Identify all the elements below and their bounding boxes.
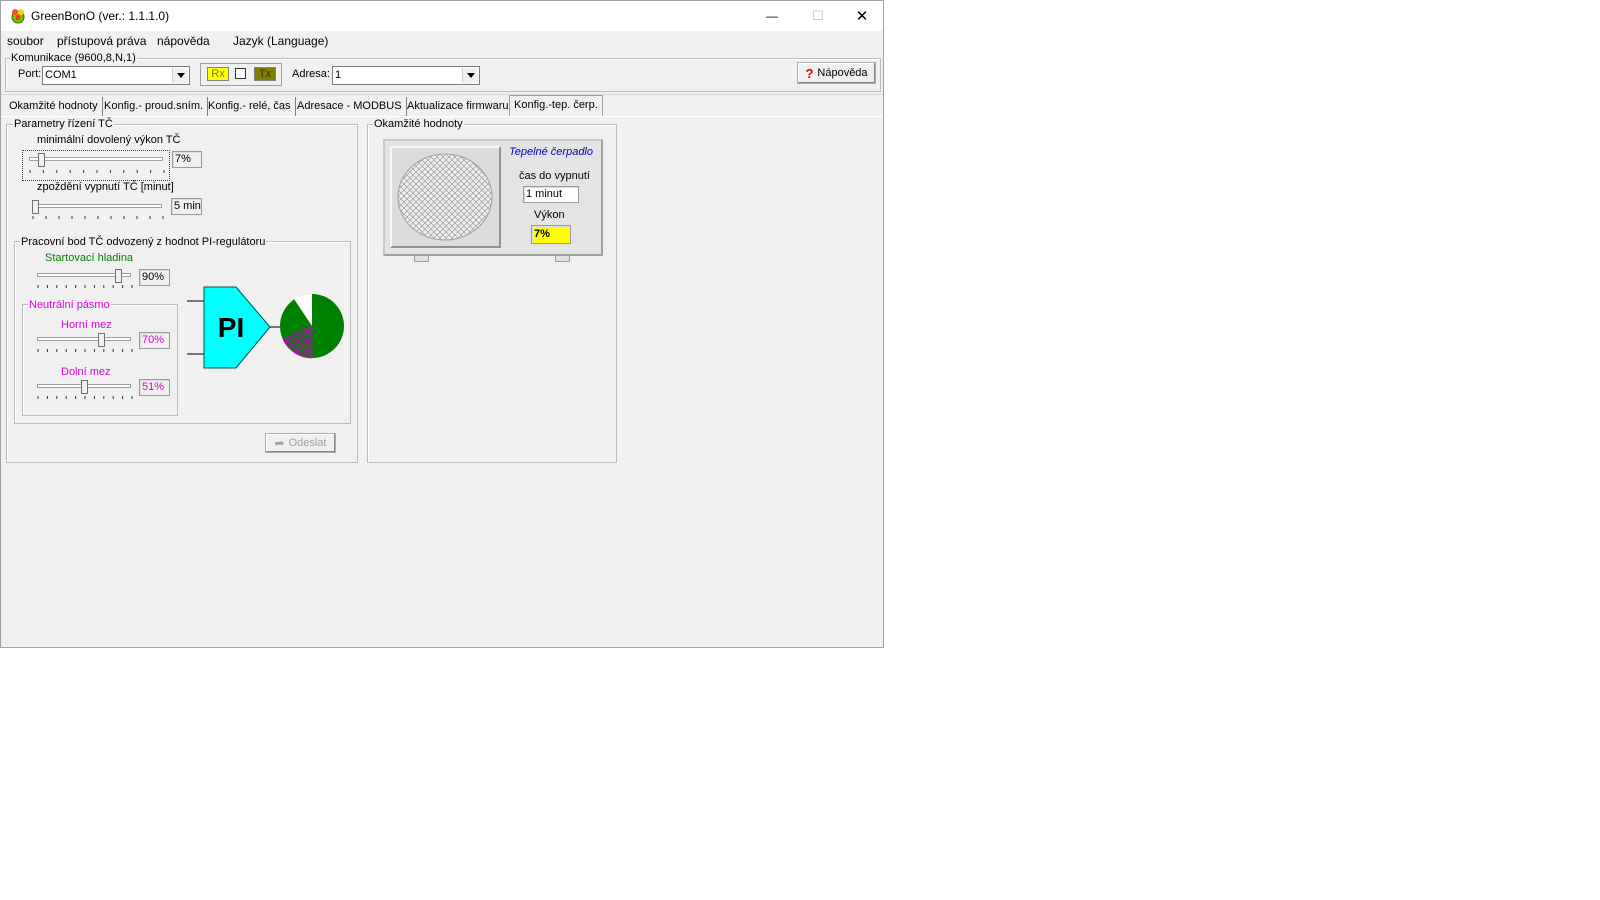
close-button[interactable]: ✕	[839, 1, 885, 31]
lower-limit-slider[interactable]	[34, 378, 134, 404]
app-logo-icon	[11, 9, 25, 24]
address-dropdown-button[interactable]	[462, 68, 478, 83]
min-power-slider[interactable]	[22, 150, 170, 181]
chevron-down-icon	[176, 73, 185, 78]
min-power-value: 7%	[172, 151, 202, 168]
maximize-button[interactable]: ☐	[795, 1, 841, 31]
tab-panel-border	[1, 116, 883, 117]
menu-help[interactable]: nápověda	[157, 34, 210, 48]
communication-group-title: Komunikace (9600,8,N,1)	[10, 52, 137, 65]
start-level-slider[interactable]	[34, 267, 134, 293]
pi-output-pie	[280, 293, 344, 359]
chevron-down-icon	[466, 73, 475, 78]
delay-slider-ticks	[32, 216, 164, 219]
heat-pump-foot-left	[414, 256, 429, 262]
time-to-off-label: čas do vypnutí	[519, 170, 590, 182]
menu-soubor[interactable]: soubor	[7, 34, 44, 48]
min-power-slider-thumb[interactable]	[37, 153, 45, 167]
port-dropdown-button[interactable]	[172, 68, 188, 83]
port-label: Port:	[18, 68, 42, 80]
close-icon: ✕	[855, 8, 869, 25]
lower-limit-value: 51%	[139, 379, 170, 396]
start-level-slider-ticks	[37, 285, 133, 288]
send-button[interactable]: ➦ Odeslat	[265, 433, 336, 453]
heat-pump-foot-right	[555, 256, 570, 262]
menu-language[interactable]: Jazyk (Language)	[233, 34, 328, 48]
pi-regulator-diagram: PI	[187, 286, 344, 369]
tab-instant-values[interactable]: Okamžité hodnoty	[5, 97, 103, 116]
rx-indicator: Rx	[207, 67, 229, 81]
menu-access-rights[interactable]: přístupová práva	[57, 34, 146, 48]
tx-indicator: Tx	[254, 67, 276, 81]
port-value: COM1	[45, 69, 77, 81]
address-label: Adresa:	[292, 68, 330, 80]
upper-limit-slider-thumb[interactable]	[97, 333, 105, 347]
delay-slider-track	[32, 204, 162, 208]
tab-relay-time-config[interactable]: Konfig.- relé, čas	[204, 97, 296, 116]
upper-limit-slider-track	[37, 337, 131, 341]
maximize-icon: ☐	[812, 8, 824, 23]
control-params-title: Parametry řízení TČ	[13, 118, 114, 131]
power-label: Výkon	[534, 209, 565, 221]
fan-icon	[397, 153, 493, 241]
upper-limit-label: Horní mez	[61, 319, 112, 331]
help-button[interactable]: ? Nápověda	[797, 62, 876, 84]
tab-strip-divider	[1, 94, 883, 95]
rx-tx-checkbox[interactable]	[235, 68, 246, 79]
start-level-label: Startovací hladina	[45, 252, 134, 264]
lower-limit-slider-thumb[interactable]	[81, 380, 89, 394]
delay-label: zpoždění vypnutí TČ [minut]	[37, 181, 174, 193]
neutral-zone-title: Neutrální pásmo	[28, 299, 111, 312]
send-icon: ➦	[274, 436, 285, 450]
address-value: 1	[335, 69, 342, 81]
delay-value: 5 minut	[171, 198, 202, 215]
min-power-slider-track	[29, 157, 163, 161]
delay-slider-thumb[interactable]	[32, 200, 39, 214]
app-window: GreenBonO (ver.: 1.1.1.0) — ☐ ✕ soubor p…	[0, 0, 884, 648]
upper-limit-slider[interactable]	[34, 331, 134, 357]
question-icon: ?	[805, 65, 814, 81]
port-select[interactable]: COM1	[42, 66, 190, 85]
min-power-label: minimální dovolený výkon TČ	[37, 134, 181, 146]
window-title: GreenBonO (ver.: 1.1.1.0)	[31, 9, 170, 23]
time-to-off-value: 1 minut	[523, 186, 579, 203]
lower-limit-label: Dolní mez	[61, 366, 111, 378]
heat-pump-fan-frame	[390, 146, 501, 248]
help-button-label: Nápověda	[817, 67, 868, 79]
delay-slider[interactable]	[28, 198, 168, 224]
tab-firmware-update[interactable]: Aktualizace firmwaru	[403, 97, 514, 116]
pi-operating-point-title: Pracovní bod TČ odvozený z hodnot PI-reg…	[20, 236, 267, 249]
upper-limit-slider-ticks	[37, 349, 133, 352]
instant-values-title: Okamžité hodnoty	[373, 118, 464, 131]
upper-limit-value: 70%	[139, 332, 170, 349]
min-power-slider-ticks	[29, 170, 165, 173]
lower-limit-slider-ticks	[37, 396, 133, 399]
minimize-button[interactable]: —	[749, 1, 795, 31]
heat-pump-title: Tepelné čerpadlo	[509, 146, 593, 158]
address-select[interactable]: 1	[332, 66, 480, 85]
tab-current-sensor-config[interactable]: Konfig.- proud.sním.	[100, 97, 209, 116]
tab-heat-pump-config[interactable]: Konfig.-tep. čerp.	[509, 95, 603, 116]
tab-modbus-address[interactable]: Adresace - MODBUS	[293, 97, 407, 116]
pi-block-label: PI	[218, 312, 244, 343]
power-value: 7%	[531, 225, 571, 244]
start-level-slider-thumb[interactable]	[115, 269, 123, 283]
menu-bar: soubor přístupová práva nápověda Jazyk (…	[1, 31, 883, 51]
start-level-value: 90%	[139, 269, 170, 286]
title-bar[interactable]: GreenBonO (ver.: 1.1.1.0) — ☐ ✕	[1, 1, 883, 31]
minimize-icon: —	[766, 9, 778, 23]
send-button-label: Odeslat	[288, 437, 327, 449]
